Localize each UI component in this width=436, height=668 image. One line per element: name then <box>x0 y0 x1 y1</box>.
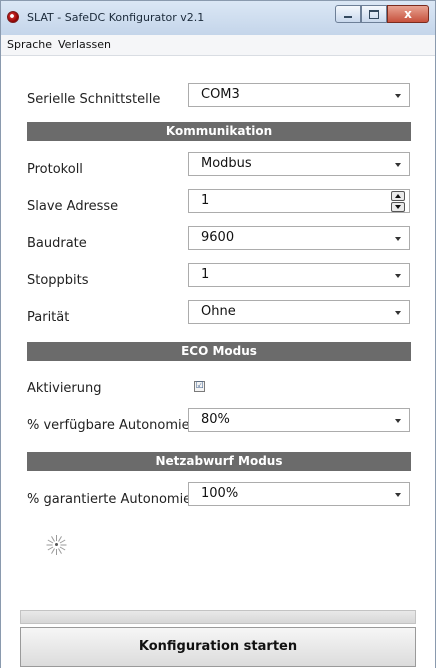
eco-autonomy-value: 80% <box>201 412 230 427</box>
stopbits-value: 1 <box>201 267 210 282</box>
title-bar[interactable]: SLAT - SafeDC Konfigurator v2.1 x <box>1 1 435 35</box>
loading-spinner-icon <box>46 534 68 556</box>
section-netzabwurf-modus: Netzabwurf Modus <box>27 452 411 471</box>
serial-port-label: Serielle Schnittstelle <box>27 92 161 107</box>
chevron-down-icon <box>395 94 401 98</box>
app-icon[interactable] <box>7 11 19 23</box>
decrement-icon[interactable] <box>391 202 405 212</box>
chevron-down-icon <box>395 419 401 423</box>
menu-bar: Sprache Verlassen <box>1 35 435 56</box>
protocol-select[interactable]: Modbus <box>188 152 410 176</box>
parity-value: Ohne <box>201 304 236 319</box>
activation-label: Aktivierung <box>27 381 102 396</box>
eco-autonomy-select[interactable]: 80% <box>188 408 410 432</box>
parity-select[interactable]: Ohne <box>188 300 410 324</box>
stopbits-select[interactable]: 1 <box>188 263 410 287</box>
serial-port-select[interactable]: COM3 <box>188 83 410 107</box>
app-window: SLAT - SafeDC Konfigurator v2.1 x Sprach… <box>0 0 436 668</box>
minimize-button[interactable] <box>335 5 361 23</box>
window-controls: x <box>335 5 429 23</box>
eco-autonomy-label: % verfügbare Autonomie <box>27 418 190 433</box>
slave-address-stepper[interactable]: 1 <box>188 189 410 213</box>
horizontal-scrollbar[interactable] <box>20 610 416 624</box>
parity-label: Parität <box>27 310 70 325</box>
checkmark-icon: ☑ <box>195 381 204 391</box>
chevron-down-icon <box>395 237 401 241</box>
main-panel: Serielle Schnittstelle COM3 Kommunikatio… <box>1 56 435 668</box>
menu-sprache[interactable]: Sprache <box>7 38 52 51</box>
section-kommunikation: Kommunikation <box>27 122 411 141</box>
chevron-down-icon <box>395 311 401 315</box>
serial-port-value: COM3 <box>201 87 240 102</box>
baudrate-select[interactable]: 9600 <box>188 226 410 250</box>
baudrate-value: 9600 <box>201 230 235 245</box>
start-configuration-button[interactable]: Konfiguration starten <box>20 627 416 667</box>
increment-icon[interactable] <box>391 191 405 201</box>
maximize-button[interactable] <box>361 5 387 23</box>
chevron-down-icon <box>395 274 401 278</box>
minimize-icon <box>344 16 352 18</box>
section-eco-modus: ECO Modus <box>27 342 411 361</box>
protocol-label: Protokoll <box>27 162 83 177</box>
chevron-down-icon <box>395 493 401 497</box>
slave-address-label: Slave Adresse <box>27 199 119 214</box>
menu-verlassen[interactable]: Verlassen <box>58 38 111 51</box>
chevron-down-icon <box>395 163 401 167</box>
maximize-icon <box>369 9 379 19</box>
guaranteed-autonomy-select[interactable]: 100% <box>188 482 410 506</box>
guaranteed-autonomy-label: % garantierte Autonomie <box>27 492 192 507</box>
stepper-buttons <box>391 191 405 212</box>
activation-checkbox[interactable]: ☑ <box>194 381 205 392</box>
close-icon: x <box>404 7 412 21</box>
protocol-value: Modbus <box>201 156 252 171</box>
window-title: SLAT - SafeDC Konfigurator v2.1 <box>27 11 205 24</box>
baudrate-label: Baudrate <box>27 236 87 251</box>
guaranteed-autonomy-value: 100% <box>201 486 239 501</box>
slave-address-value: 1 <box>201 193 210 208</box>
stopbits-label: Stoppbits <box>27 273 89 288</box>
close-button[interactable]: x <box>387 5 429 23</box>
